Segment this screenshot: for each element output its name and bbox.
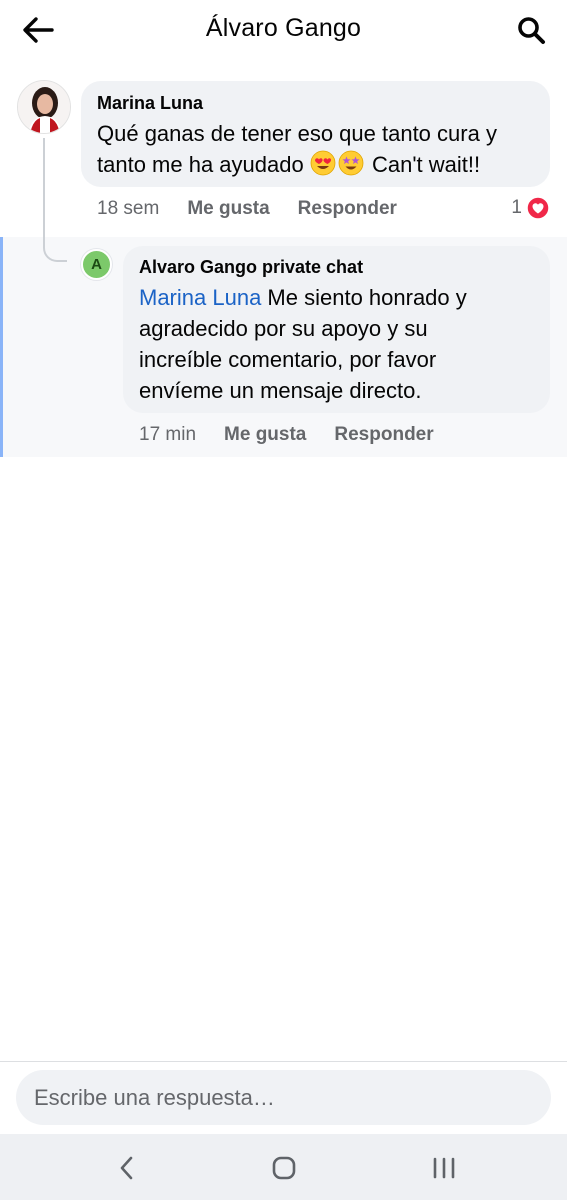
highlight-indicator (0, 237, 3, 457)
system-recents-button[interactable] (414, 1148, 474, 1188)
comment-author[interactable]: Marina Luna (97, 92, 534, 114)
reply-text-line: agradecido por su apoyo y su (139, 316, 428, 341)
reaction-count: 1 (511, 197, 522, 218)
reply-timestamp[interactable]: 17 min (139, 424, 196, 446)
home-icon (272, 1156, 296, 1180)
reply-bubble[interactable]: Alvaro Gango private chat Marina Luna Me… (123, 246, 550, 413)
heart-eyes-emoji (310, 150, 336, 176)
reply-text-line: increíble comentario, por favor (139, 347, 437, 372)
reply-text: Marina Luna Me siento honrado y agradeci… (139, 282, 534, 406)
comment-text-line: tanto me ha ayudado Can't wait!! (97, 149, 534, 180)
system-home-button[interactable] (254, 1148, 314, 1188)
reaction-summary[interactable]: 1 (511, 196, 550, 220)
reply-text-line: envíeme un mensaje directo. (139, 378, 422, 403)
reply-button[interactable]: Responder (334, 424, 433, 446)
reply-avatar[interactable]: A (81, 249, 112, 280)
comment-bubble[interactable]: Marina Luna Qué ganas de tener eso que t… (81, 81, 550, 187)
reply-button[interactable]: Responder (298, 198, 397, 220)
comment-text-segment: Can't wait!! (371, 152, 481, 177)
comment-text: Qué ganas de tener eso que tanto cura y … (97, 118, 534, 180)
mention-link[interactable]: Marina Luna (139, 285, 261, 310)
reply-actions: 17 min Me gusta Responder (139, 424, 434, 446)
reply-author[interactable]: Alvaro Gango private chat (139, 256, 534, 278)
search-icon (518, 17, 545, 44)
like-button[interactable]: Me gusta (224, 424, 306, 446)
comment-text-segment: tanto me ha ayudado (97, 152, 304, 177)
heart-reaction-icon (526, 196, 550, 220)
search-button[interactable] (509, 10, 553, 50)
comment-text-line: Qué ganas de tener eso que tanto cura y (97, 121, 497, 146)
avatar-initial: A (91, 256, 102, 273)
chevron-left-icon (120, 1156, 133, 1180)
recents-icon (433, 1157, 455, 1179)
avatar[interactable] (17, 80, 71, 134)
comment-actions: 18 sem Me gusta Responder (97, 198, 397, 220)
star-struck-emoji (338, 150, 364, 176)
composer-divider (0, 1061, 567, 1062)
top-bar: Álvaro Gango (0, 0, 567, 62)
page-title: Álvaro Gango (205, 14, 362, 42)
reply-input[interactable] (16, 1070, 551, 1125)
comment-timestamp[interactable]: 18 sem (97, 198, 159, 220)
system-nav-bar (0, 1134, 567, 1200)
like-button[interactable]: Me gusta (187, 198, 269, 220)
reply-text-line: Marina Luna Me siento honrado y (139, 282, 534, 313)
profile-photo (18, 81, 70, 133)
reply-text-segment: Me siento honrado y (261, 285, 467, 310)
system-back-button[interactable] (97, 1148, 157, 1188)
thread-line (43, 138, 45, 246)
